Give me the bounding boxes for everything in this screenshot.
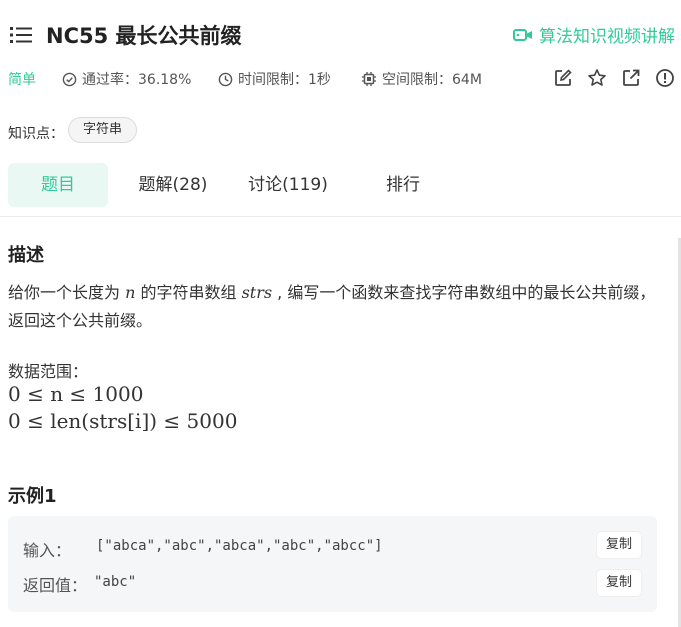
copy-output-button[interactable]: 复制: [597, 570, 641, 596]
tabs-divider: [0, 216, 681, 217]
space-limit-text: 空间限制：64M: [382, 72, 482, 88]
output-label: 返回值：: [23, 576, 88, 595]
var-strs: strs: [241, 283, 273, 302]
video-explanation-link[interactable]: 算法知识视频讲解: [513, 22, 675, 47]
example-heading: 示例1: [8, 486, 57, 507]
chip-icon: [362, 72, 376, 86]
range-constraint-1: 0 ≤ n ≤ 1000: [8, 382, 144, 406]
video-link-label: 算法知识视频讲解: [539, 27, 675, 47]
input-value: ["abca","abc","abca","abc","abcc"]: [96, 538, 383, 554]
tab-discussion[interactable]: 讨论(119): [242, 163, 334, 207]
space-limit: 空间限制：64M: [361, 69, 482, 89]
difficulty-badge: 简单: [8, 72, 36, 88]
pass-rate: 通过率：36.18%: [62, 69, 191, 89]
edit-icon[interactable]: [553, 68, 573, 88]
knowledge-label: 知识点：: [8, 126, 64, 142]
clock-icon: [218, 72, 233, 86]
description-heading: 描述: [8, 245, 44, 266]
list-icon[interactable]: [10, 26, 32, 44]
share-icon[interactable]: [621, 68, 641, 88]
tag-string[interactable]: 字符串: [68, 117, 138, 143]
range-constraint-2: 0 ≤ len(strs[i]) ≤ 5000: [8, 409, 238, 433]
problem-title: NC55 最长公共前缀: [46, 24, 242, 48]
video-camera-icon: [513, 28, 532, 41]
report-icon[interactable]: [655, 68, 675, 88]
var-n: n: [125, 283, 136, 302]
range-label: 数据范围：: [8, 362, 89, 381]
example-box: 输入： ["abca","abc","abca","abc","abcc"] 复…: [8, 516, 657, 612]
pass-rate-text: 通过率：36.18%: [82, 72, 192, 88]
copy-input-button[interactable]: 复制: [597, 532, 641, 558]
time-limit: 时间限制：1秒: [218, 69, 331, 89]
tab-solutions[interactable]: 题解(28): [130, 163, 216, 207]
star-icon[interactable]: [587, 68, 607, 88]
desc-text-2: 的字符串数组: [135, 283, 242, 302]
tab-ranking[interactable]: 排行: [373, 163, 433, 207]
output-value: "abc": [94, 574, 137, 590]
time-limit-text: 时间限制：1秒: [238, 72, 331, 88]
check-circle-icon: [62, 72, 77, 86]
desc-text-1: 给你一个长度为: [8, 283, 126, 302]
tab-problem[interactable]: 题目: [8, 163, 108, 207]
input-label: 输入：: [23, 541, 72, 560]
description-text: 给你一个长度为 n 的字符串数组 strs , 编写一个函数来查找字符串数组中的…: [8, 279, 658, 335]
